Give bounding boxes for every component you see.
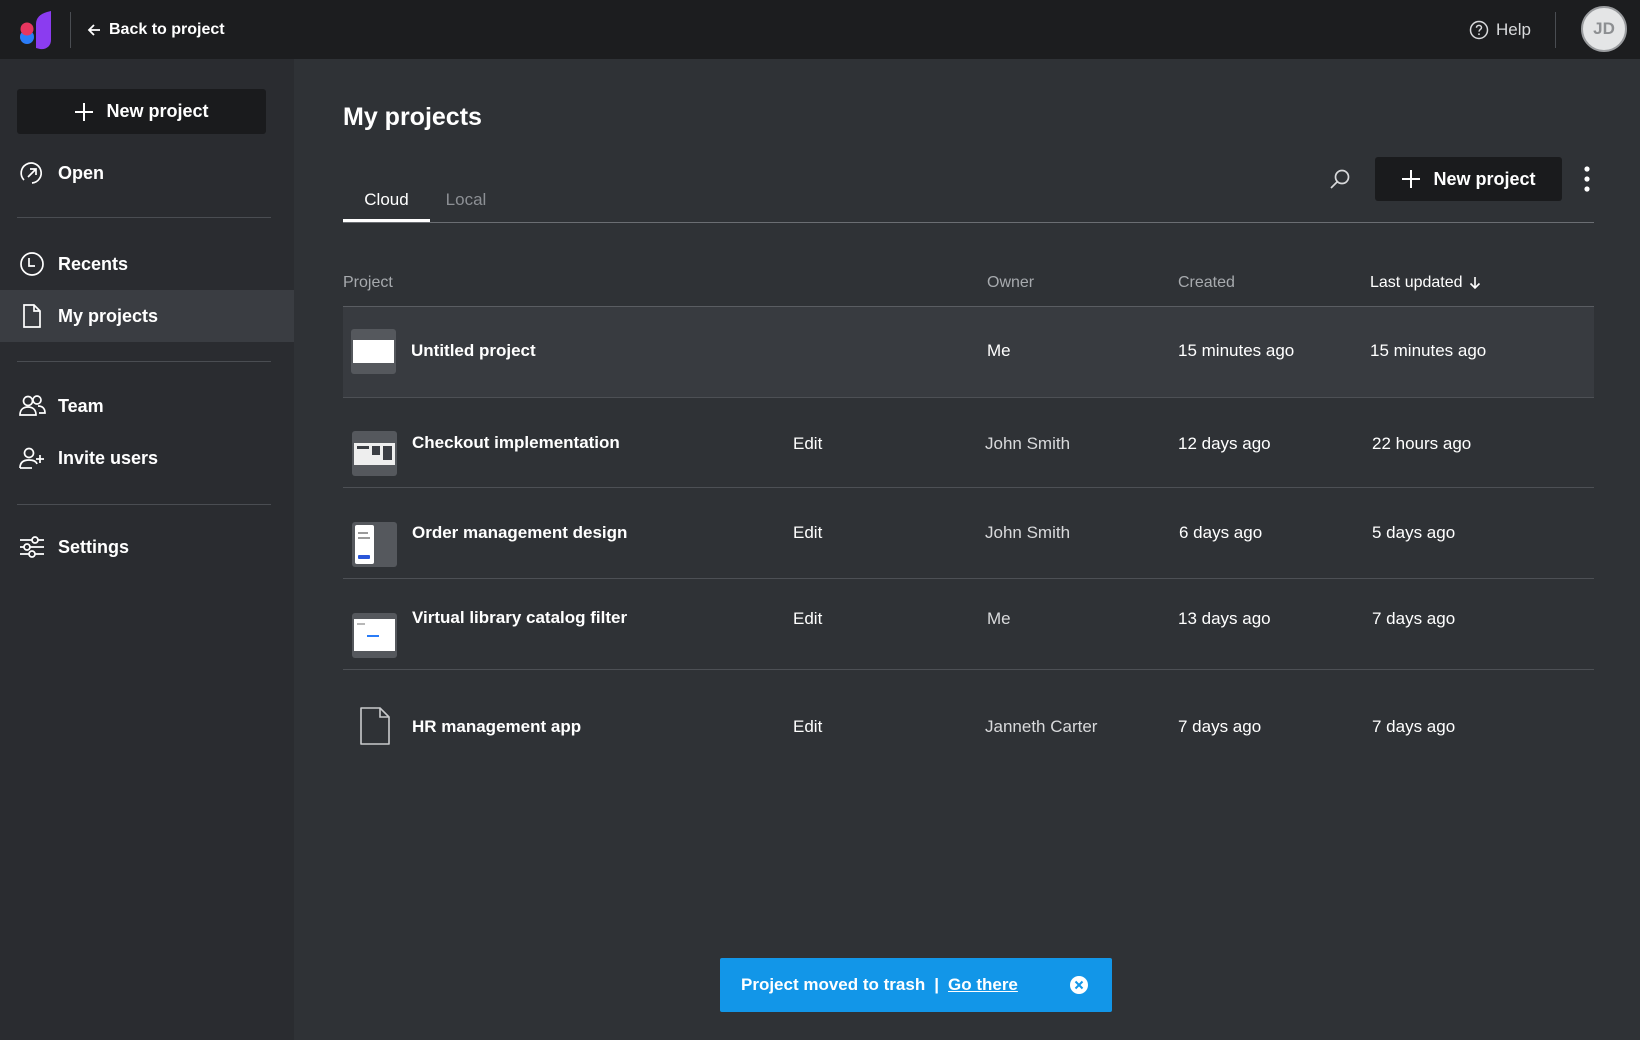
search-icon[interactable]	[1326, 166, 1354, 194]
table-row[interactable]: Order management design Edit John Smith …	[343, 489, 1594, 579]
top-bar: Back to project Help JD	[0, 0, 1640, 59]
edit-link[interactable]: Edit	[793, 434, 822, 454]
new-project-button[interactable]: New project	[1375, 157, 1562, 201]
app-logo-icon[interactable]	[18, 10, 54, 50]
project-name[interactable]: Checkout implementation	[412, 433, 620, 453]
page-title: My projects	[343, 103, 482, 131]
table-row[interactable]: Checkout implementation Edit John Smith …	[343, 398, 1594, 488]
new-project-label: New project	[1433, 168, 1536, 189]
sliders-icon	[20, 536, 44, 558]
sidebar-item-open[interactable]: Open	[0, 147, 294, 199]
edit-link[interactable]: Edit	[793, 609, 822, 629]
plus-icon	[1402, 170, 1421, 188]
project-name[interactable]: Untitled project	[411, 341, 536, 361]
project-created: 7 days ago	[1178, 717, 1262, 736]
tab-cloud[interactable]: Cloud	[343, 190, 430, 222]
project-last-updated: 7 days ago	[1372, 717, 1456, 736]
project-created: 15 minutes ago	[1178, 341, 1295, 360]
sidebar-new-project-label: New project	[106, 101, 209, 121]
column-header-created[interactable]: Created	[1178, 274, 1235, 292]
sort-descending-icon	[1469, 277, 1480, 290]
team-icon	[19, 395, 46, 416]
add-user-icon	[19, 447, 44, 469]
project-name[interactable]: Virtual library catalog filter	[412, 608, 627, 628]
help-label: Help	[1496, 20, 1531, 39]
project-owner: John Smith	[985, 434, 1071, 453]
project-name[interactable]: HR management app	[412, 717, 581, 737]
sidebar: New project Open Recents My projects Tea…	[0, 59, 294, 1040]
column-header-owner[interactable]: Owner	[987, 274, 1034, 292]
sidebar-divider	[17, 361, 271, 362]
open-arrow-icon	[20, 162, 43, 184]
project-thumbnail	[352, 613, 397, 658]
project-created: 12 days ago	[1178, 434, 1271, 453]
toast-message: Project moved to trash	[741, 975, 926, 994]
column-header-last-updated[interactable]: Last updated	[1370, 274, 1481, 292]
sidebar-item-recents[interactable]: Recents	[0, 238, 294, 290]
sidebar-item-label: Team	[58, 395, 104, 416]
sidebar-divider	[17, 504, 271, 505]
sidebar-divider	[17, 217, 271, 218]
project-last-updated: 7 days ago	[1372, 609, 1456, 628]
toast-notification: Project moved to trash | Go there	[720, 958, 1112, 1012]
sidebar-item-settings[interactable]: Settings	[0, 521, 294, 573]
edit-link[interactable]: Edit	[793, 523, 822, 543]
sidebar-item-invite-users[interactable]: Invite users	[0, 432, 294, 484]
back-to-project-label: Back to project	[109, 21, 225, 38]
plus-icon	[75, 102, 94, 121]
help-button[interactable]: Help	[1469, 18, 1531, 42]
sidebar-item-team[interactable]: Team	[0, 380, 294, 432]
sidebar-item-label: Settings	[58, 536, 130, 557]
project-owner: John Smith	[985, 523, 1071, 542]
project-last-updated: 5 days ago	[1372, 523, 1456, 542]
user-avatar[interactable]: JD	[1581, 6, 1627, 52]
sidebar-item-my-projects[interactable]: My projects	[0, 290, 294, 342]
back-to-project-link[interactable]: Back to project	[87, 18, 225, 42]
table-row[interactable]: HR management app Edit Janneth Carter 7 …	[343, 671, 1594, 761]
more-options-icon[interactable]	[1578, 163, 1596, 195]
topbar-divider	[70, 12, 71, 48]
close-circle-icon[interactable]	[1069, 975, 1089, 995]
edit-link[interactable]: Edit	[793, 717, 822, 737]
tab-local[interactable]: Local	[430, 190, 502, 222]
topbar-divider-right	[1555, 12, 1556, 48]
project-last-updated: 22 hours ago	[1372, 434, 1472, 453]
sidebar-new-project-button[interactable]: New project	[17, 89, 266, 134]
arrow-left-icon	[87, 24, 100, 36]
project-created: 13 days ago	[1178, 609, 1271, 628]
column-header-label: Last updated	[1370, 274, 1463, 291]
column-header-project[interactable]: Project	[343, 274, 393, 292]
table-row[interactable]: Virtual library catalog filter Edit Me 1…	[343, 580, 1594, 670]
sidebar-item-label: Open	[58, 162, 105, 183]
project-owner: Janneth Carter	[985, 717, 1098, 736]
sidebar-item-label: My projects	[58, 305, 159, 326]
project-thumbnail	[352, 522, 397, 567]
table-row[interactable]: Untitled project Me 15 minutes ago 15 mi…	[343, 307, 1594, 398]
project-last-updated: 15 minutes ago	[1370, 341, 1487, 360]
document-icon	[23, 304, 41, 328]
sidebar-item-label: Invite users	[58, 447, 159, 468]
project-created: 6 days ago	[1179, 523, 1263, 542]
clock-icon	[20, 252, 44, 276]
project-thumbnail	[351, 329, 396, 374]
sidebar-item-label: Recents	[58, 253, 129, 274]
project-owner: Me	[987, 609, 1011, 628]
project-thumbnail	[352, 431, 397, 476]
project-owner: Me	[987, 341, 1011, 360]
toast-separator: |	[934, 975, 939, 994]
project-name[interactable]: Order management design	[412, 523, 627, 543]
go-there-link[interactable]: Go there	[948, 975, 1018, 995]
help-circle-icon	[1469, 20, 1489, 40]
blank-file-icon	[360, 707, 390, 745]
